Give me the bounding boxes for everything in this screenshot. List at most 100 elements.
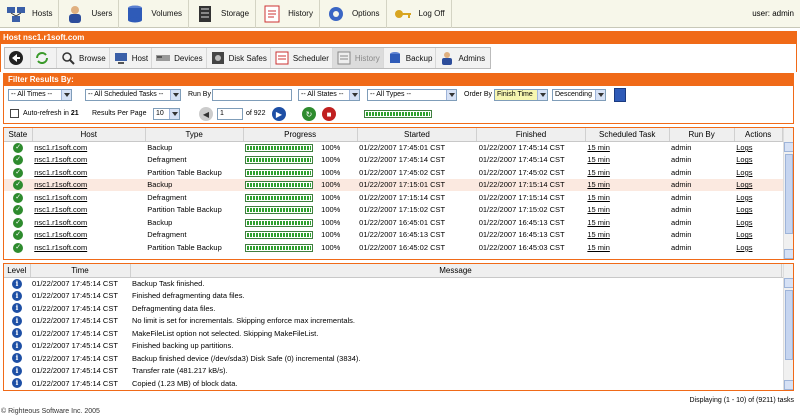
col-actions[interactable]: Actions: [734, 128, 783, 142]
scheduled-cell[interactable]: 15 min: [585, 216, 669, 229]
scheduled-link[interactable]: 15 min: [587, 193, 610, 202]
disk-safes-button[interactable]: Disk Safes: [207, 48, 271, 68]
states-select[interactable]: -- All States --: [298, 89, 360, 101]
nav-storage[interactable]: Storage: [189, 0, 257, 28]
scroll-down-icon[interactable]: [784, 249, 793, 259]
nav-users[interactable]: Users: [59, 0, 120, 28]
scheduled-link[interactable]: 15 min: [587, 243, 610, 252]
scroll-up-icon[interactable]: [784, 278, 793, 288]
table-row[interactable]: ✓ nsc1.r1soft.com Partition Table Backup 1…: [4, 204, 793, 217]
table-row[interactable]: ✓ nsc1.r1soft.com Defragment 100% 01/22/200…: [4, 191, 793, 204]
host-button[interactable]: Host: [110, 48, 153, 68]
col-finished[interactable]: Finished: [476, 128, 586, 142]
nav-hosts[interactable]: Hosts: [0, 0, 60, 28]
logs-link[interactable]: Logs: [736, 155, 752, 164]
scheduled-cell[interactable]: 15 min: [585, 191, 669, 204]
host-link[interactable]: nsc1.r1soft.com: [34, 243, 87, 252]
refresh-button[interactable]: [31, 48, 57, 68]
sort-direction-select[interactable]: Descending: [552, 89, 606, 101]
scheduled-cell[interactable]: 15 min: [585, 204, 669, 217]
scheduled-link[interactable]: 15 min: [587, 168, 610, 177]
host-link[interactable]: nsc1.r1soft.com: [34, 180, 87, 189]
nav-history[interactable]: History: [256, 0, 320, 28]
host-link[interactable]: nsc1.r1soft.com: [34, 143, 87, 152]
stop-button[interactable]: ■: [322, 107, 336, 121]
host-cell[interactable]: nsc1.r1soft.com: [32, 154, 145, 167]
page-input[interactable]: 1: [217, 108, 243, 120]
times-select[interactable]: -- All Times --: [8, 89, 72, 101]
logs-link[interactable]: Logs: [736, 193, 752, 202]
actions-cell[interactable]: Logs: [734, 178, 783, 191]
table-row[interactable]: ✓ nsc1.r1soft.com Backup 100% 01/22/2007 16…: [4, 216, 793, 229]
host-cell[interactable]: nsc1.r1soft.com: [32, 141, 145, 154]
actions-cell[interactable]: Logs: [734, 154, 782, 167]
results-per-page-select[interactable]: 10: [153, 108, 180, 120]
tasks-scrollbar[interactable]: [783, 128, 793, 259]
history-tab-button[interactable]: History: [332, 48, 384, 68]
actions-cell[interactable]: Logs: [734, 241, 782, 254]
scheduled-link[interactable]: 15 min: [587, 143, 610, 152]
nav-volumes[interactable]: Volumes: [119, 0, 190, 28]
browse-button[interactable]: Browse: [57, 48, 110, 68]
logs-link[interactable]: Logs: [736, 230, 752, 239]
host-link[interactable]: nsc1.r1soft.com: [34, 193, 87, 202]
actions-cell[interactable]: Logs: [734, 141, 782, 154]
table-row[interactable]: ✓ nsc1.r1soft.com Defragment 100% 01/22/200…: [4, 154, 793, 167]
scroll-up-icon[interactable]: [784, 142, 793, 152]
col-type[interactable]: Type: [145, 128, 244, 142]
auto-refresh-checkbox[interactable]: [10, 109, 19, 118]
host-link[interactable]: nsc1.r1soft.com: [34, 168, 87, 177]
types-select[interactable]: -- All Types --: [367, 89, 457, 101]
scroll-thumb[interactable]: [785, 290, 793, 360]
scheduled-cell[interactable]: 15 min: [585, 241, 669, 254]
host-cell[interactable]: nsc1.r1soft.com: [32, 229, 145, 242]
host-cell[interactable]: nsc1.r1soft.com: [32, 178, 146, 191]
scroll-down-icon[interactable]: [784, 380, 793, 390]
col-scheduled-task[interactable]: Scheduled Task: [585, 128, 670, 142]
backup-button[interactable]: Backup: [384, 48, 437, 68]
scheduled-link[interactable]: 15 min: [587, 218, 610, 227]
col-time[interactable]: Time: [30, 264, 131, 278]
scroll-thumb[interactable]: [785, 154, 793, 234]
devices-button[interactable]: Devices: [152, 48, 207, 68]
refresh-list-button[interactable]: ↻: [302, 107, 316, 121]
scheduled-cell[interactable]: 15 min: [585, 141, 669, 154]
col-host[interactable]: Host: [32, 128, 146, 142]
apply-filter-icon[interactable]: [614, 88, 626, 102]
host-cell[interactable]: nsc1.r1soft.com: [32, 166, 145, 179]
scheduled-cell[interactable]: 15 min: [585, 229, 669, 242]
table-row[interactable]: ✓ nsc1.r1soft.com Backup 100% 01/22/2007 17…: [4, 141, 793, 154]
actions-cell[interactable]: Logs: [734, 216, 782, 229]
nav-logoff[interactable]: Log Off: [387, 0, 452, 28]
scheduled-cell[interactable]: 15 min: [585, 178, 670, 191]
scheduled-tasks-select[interactable]: -- All Scheduled Tasks --: [85, 89, 181, 101]
col-started[interactable]: Started: [357, 128, 478, 142]
scheduler-button[interactable]: Scheduler: [271, 48, 333, 68]
run-by-input[interactable]: [212, 89, 292, 101]
logs-scrollbar[interactable]: [783, 264, 793, 390]
col-level[interactable]: Level: [4, 264, 31, 278]
host-cell[interactable]: nsc1.r1soft.com: [32, 204, 145, 217]
table-row[interactable]: ✓ nsc1.r1soft.com Defragment 100% 01/22/200…: [4, 229, 793, 242]
scheduled-link[interactable]: 15 min: [587, 155, 610, 164]
scheduled-cell[interactable]: 15 min: [585, 154, 669, 167]
logs-link[interactable]: Logs: [736, 180, 752, 189]
logs-link[interactable]: Logs: [736, 218, 752, 227]
actions-cell[interactable]: Logs: [734, 191, 782, 204]
host-link[interactable]: nsc1.r1soft.com: [34, 230, 87, 239]
scheduled-link[interactable]: 15 min: [587, 205, 610, 214]
scheduled-cell[interactable]: 15 min: [585, 166, 669, 179]
host-link[interactable]: nsc1.r1soft.com: [34, 155, 87, 164]
logs-link[interactable]: Logs: [736, 205, 752, 214]
col-progress[interactable]: Progress: [243, 128, 358, 142]
host-link[interactable]: nsc1.r1soft.com: [34, 205, 87, 214]
logs-link[interactable]: Logs: [736, 143, 752, 152]
nav-options[interactable]: Options: [320, 0, 387, 28]
host-cell[interactable]: nsc1.r1soft.com: [32, 241, 145, 254]
logs-link[interactable]: Logs: [736, 168, 752, 177]
col-run-by[interactable]: Run By: [669, 128, 735, 142]
actions-cell[interactable]: Logs: [734, 166, 782, 179]
table-row[interactable]: ✓ nsc1.r1soft.com Backup 100% 01/22/2007 17…: [4, 178, 793, 191]
col-state[interactable]: State: [4, 128, 33, 142]
logs-link[interactable]: Logs: [736, 243, 752, 252]
